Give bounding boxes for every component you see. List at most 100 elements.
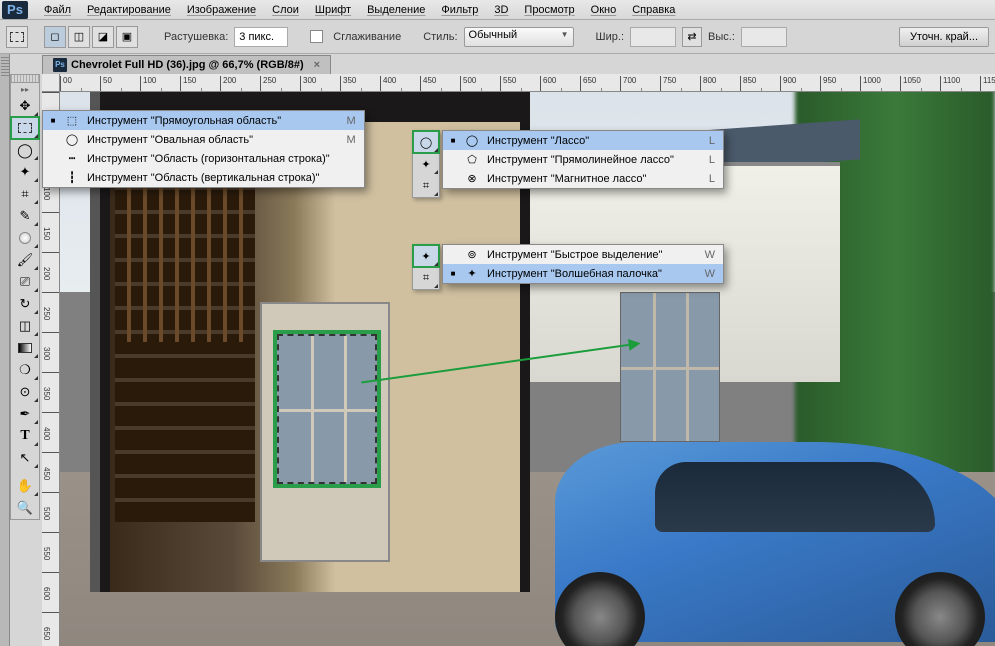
crop-tool[interactable]: ⌗	[11, 183, 39, 205]
width-input[interactable]	[630, 27, 676, 47]
mini-crop-tool-2[interactable]: ⌗	[413, 267, 439, 289]
mini-wand-tool-2[interactable]: ✦	[413, 245, 439, 267]
feather-label: Растушевка:	[164, 31, 228, 43]
path-icon: ↖	[20, 450, 31, 466]
crop-icon: ⌗	[423, 180, 429, 193]
height-input[interactable]	[741, 27, 787, 47]
selection-subtract-button[interactable]: ◪	[92, 26, 114, 48]
wand-mini-toolbox: ✦ ⌗	[412, 244, 440, 290]
options-bar: ◻ ◫ ◪ ▣ Растушевка: Сглаживание Стиль: О…	[0, 20, 995, 54]
quick-select-icon: ⊚	[463, 248, 481, 261]
pen-icon: ✒	[20, 406, 31, 422]
wand-icon: ✦	[421, 158, 430, 171]
menu-layers[interactable]: Слои	[264, 2, 307, 18]
menu-help[interactable]: Справка	[624, 2, 683, 18]
menu-filter[interactable]: Фильтр	[433, 2, 486, 18]
path-tool[interactable]: ↖	[11, 447, 39, 469]
selection-intersect-button[interactable]: ▣	[116, 26, 138, 48]
panel-dock-left[interactable]	[0, 54, 10, 646]
selection-mode-group: ◻ ◫ ◪ ▣	[44, 26, 138, 48]
flyout-item-ellipse-marquee[interactable]: ◯ Инструмент "Овальная область"M	[43, 130, 364, 149]
marquee-flyout: ■⬚ Инструмент "Прямоугольная область"M ◯…	[42, 110, 365, 188]
ellipse-marquee-icon: ◯	[63, 133, 81, 146]
marquee-icon	[10, 32, 24, 42]
selection-new-button[interactable]: ◻	[44, 26, 66, 48]
document-tab-title: Chevrolet Full HD (36).jpg @ 66,7% (RGB/…	[71, 59, 304, 71]
selection-marquee	[277, 334, 377, 484]
menu-3d[interactable]: 3D	[486, 2, 516, 18]
crop-icon: ⌗	[21, 186, 28, 202]
pen-tool[interactable]: ✒	[11, 403, 39, 425]
flyout-item-poly-lasso[interactable]: ⬠ Инструмент "Прямолинейное лассо"L	[443, 150, 723, 169]
move-icon: ✥	[20, 98, 31, 114]
flyout-item-row-marquee[interactable]: ┅ Инструмент "Область (горизонтальная ст…	[43, 149, 364, 168]
document-tab[interactable]: Ps Chevrolet Full HD (36).jpg @ 66,7% (R…	[42, 55, 331, 74]
menu-bar: Ps Файл Редактирование Изображение Слои …	[0, 0, 995, 20]
menu-type[interactable]: Шрифт	[307, 2, 359, 18]
toolbox: ▸▸ ✥ ◯ ✦ ⌗ ✎ 🖌 ⎚ ↻ ◫ ❍ ⊙ ✒ T ↖ ✋ 🔍	[10, 74, 40, 520]
wand-icon: ✦	[20, 164, 31, 180]
brush-icon: 🖌	[17, 252, 34, 268]
history-brush-icon: ↻	[20, 296, 31, 312]
type-tool[interactable]: T	[11, 425, 39, 447]
lasso-icon: ◯	[463, 134, 481, 147]
selection-add-button[interactable]: ◫	[68, 26, 90, 48]
toolbox-collapse-button[interactable]: ▸▸	[11, 83, 39, 95]
history-brush-tool[interactable]: ↻	[11, 293, 39, 315]
height-label: Выс.:	[708, 31, 735, 43]
mini-crop-tool[interactable]: ⌗	[413, 175, 439, 197]
zoom-tool[interactable]: 🔍	[11, 497, 39, 519]
menu-view[interactable]: Просмотр	[516, 2, 582, 18]
wand-flyout: ⊚ Инструмент "Быстрое выделение"W ■✦ Инс…	[442, 244, 724, 284]
heal-tool[interactable]	[11, 227, 39, 249]
dodge-tool[interactable]: ⊙	[11, 381, 39, 403]
flyout-item-rect-marquee[interactable]: ■⬚ Инструмент "Прямоугольная область"M	[43, 111, 364, 130]
toolbox-grip[interactable]	[11, 75, 39, 83]
lasso-mini-toolbox: ◯ ✦ ⌗	[412, 130, 440, 198]
dodge-icon: ⊙	[20, 384, 31, 400]
gradient-tool[interactable]	[11, 337, 39, 359]
gradient-icon	[18, 343, 32, 353]
crop-icon: ⌗	[423, 272, 429, 285]
ps-icon: Ps	[53, 58, 67, 72]
hand-icon: ✋	[17, 478, 33, 494]
flyout-item-magic-wand[interactable]: ■✦ Инструмент "Волшебная палочка"W	[443, 264, 723, 283]
flyout-item-quick-select[interactable]: ⊚ Инструмент "Быстрое выделение"W	[443, 245, 723, 264]
brush-tool[interactable]: 🖌	[11, 249, 39, 271]
ruler-origin[interactable]	[42, 74, 60, 92]
lasso-tool[interactable]: ◯	[11, 139, 39, 161]
zoom-icon: 🔍	[17, 500, 33, 516]
pasted-selection	[620, 292, 720, 442]
feather-input[interactable]	[234, 27, 288, 47]
mini-lasso-tool[interactable]: ◯	[413, 131, 439, 153]
mini-wand-tool[interactable]: ✦	[413, 153, 439, 175]
tool-preset-icon[interactable]	[6, 26, 28, 48]
menu-image[interactable]: Изображение	[179, 2, 264, 18]
marquee-icon	[18, 123, 32, 133]
col-marquee-icon: ┇	[63, 171, 81, 184]
stamp-tool[interactable]: ⎚	[11, 271, 39, 293]
eraser-tool[interactable]: ◫	[11, 315, 39, 337]
ps-logo: Ps	[2, 1, 28, 19]
ruler-horizontal[interactable]: 0050100150200250300350400450500550600650…	[60, 74, 995, 92]
menu-edit[interactable]: Редактирование	[79, 2, 179, 18]
hand-tool[interactable]: ✋	[11, 475, 39, 497]
menu-window[interactable]: Окно	[583, 2, 625, 18]
close-icon[interactable]: ×	[314, 59, 320, 71]
menu-select[interactable]: Выделение	[359, 2, 433, 18]
blur-tool[interactable]: ❍	[11, 359, 39, 381]
flyout-item-col-marquee[interactable]: ┇ Инструмент "Область (вертикальная стро…	[43, 168, 364, 187]
lasso-icon: ◯	[17, 142, 33, 159]
antialias-checkbox[interactable]	[310, 30, 323, 43]
marquee-tool[interactable]	[11, 117, 39, 139]
flyout-item-magnetic-lasso[interactable]: ⊗ Инструмент "Магнитное лассо"L	[443, 169, 723, 188]
lasso-icon: ◯	[420, 136, 432, 149]
style-select[interactable]: Обычный	[464, 27, 574, 47]
flyout-item-lasso[interactable]: ■◯ Инструмент "Лассо"L	[443, 131, 723, 150]
wand-tool[interactable]: ✦	[11, 161, 39, 183]
swap-wh-button[interactable]: ⇄	[682, 27, 702, 47]
eyedropper-tool[interactable]: ✎	[11, 205, 39, 227]
refine-edge-button[interactable]: Уточн. край...	[899, 27, 989, 47]
move-tool[interactable]: ✥	[11, 95, 39, 117]
menu-file[interactable]: Файл	[36, 2, 79, 18]
